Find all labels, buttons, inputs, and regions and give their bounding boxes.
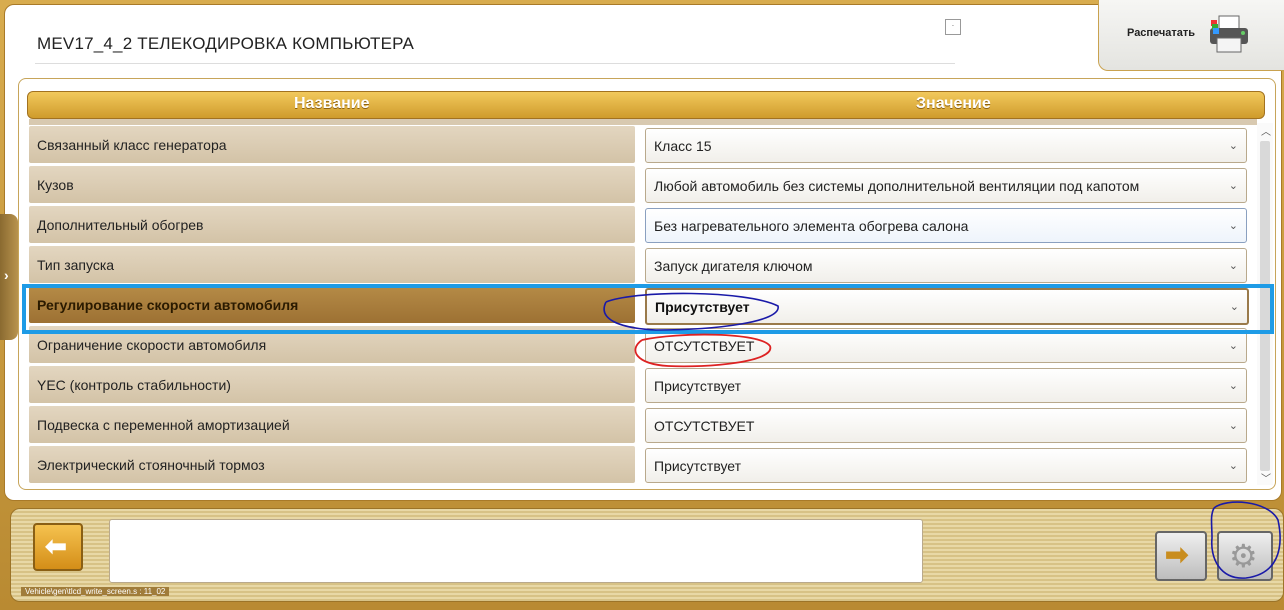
print-button[interactable]: Распечатать [1098,0,1284,71]
print-label: Распечатать [1127,27,1196,39]
select-value: ОТСУТСТВУЕТ [654,338,755,354]
row-label-cell: Ограничение скорости автомобиля [29,326,635,363]
row-label: YEC (контроль стабильности) [37,377,231,393]
table-row: Электрический стояночный тормоз Присутст… [29,446,1259,483]
chevron-down-icon: ⌄ [1228,340,1238,352]
title-divider [35,63,955,64]
table-row: Связанный класс генератора Класс 15 ⌄ [29,126,1259,163]
row-label: Дополнительный обогрев [37,217,204,233]
chevron-right-icon: › [4,267,9,283]
table-row-selected: Регулирование скорости автомобиля Присут… [29,286,1259,325]
column-header-value: Значение [916,95,991,112]
table-row: Ограничение скорости автомобиля ОТСУТСТВ… [29,326,1259,363]
select-value: Присутствует [655,299,750,315]
chevron-down-icon: ⌄ [1228,220,1238,232]
row-label-cell: Тип запуска [29,246,635,283]
chevron-down-icon: ⌄ [1228,140,1238,152]
table-row: Дополнительный обогрев Без нагревательно… [29,206,1259,243]
gear-icon: ⚙ [1229,538,1258,574]
row-label-cell: Дополнительный обогрев [29,206,635,243]
column-header-name: Название [294,95,370,112]
value-select[interactable]: Любой автомобиль без системы дополнитель… [645,168,1247,203]
value-select[interactable]: Без нагревательного элемента обогрева са… [645,208,1247,243]
select-value: Запуск дигателя ключом [654,258,813,274]
partial-row [29,119,1257,125]
table-row: YEC (контроль стабильности) Присутствует… [29,366,1259,403]
row-label-cell: Подвеска с переменной амортизацией [29,406,635,443]
value-select[interactable]: ОТСУТСТВУЕТ ⌄ [645,328,1247,363]
value-select[interactable]: Запуск дигателя ключом ⌄ [645,248,1247,283]
arrow-right-icon: ➡ [1165,539,1189,570]
vertical-scrollbar[interactable]: ︿ ﹀ [1257,123,1273,485]
table-row: Тип запуска Запуск дигателя ключом ⌄ [29,246,1259,283]
settings-table: Название Значение Связанный класс генера… [18,78,1276,490]
side-expand-tab[interactable]: › [0,214,18,340]
value-select[interactable]: Присутствует ⌄ [645,448,1247,483]
row-label-cell: Связанный класс генератора [29,126,635,163]
script-path-label: Vehicle\gen\tlcd_write_screen.s : 11_02 [21,587,170,596]
scroll-thumb[interactable] [1260,141,1270,471]
chevron-down-icon: ⌄ [1228,420,1238,432]
chevron-down-icon: ⌄ [1229,301,1239,313]
value-select[interactable]: Класс 15 ⌄ [645,128,1247,163]
table-row: Подвеска с переменной амортизацией ОТСУТ… [29,406,1259,443]
row-label-cell: Кузов [29,166,635,203]
select-value: Класс 15 [654,138,712,154]
next-button[interactable]: ➡ [1155,531,1207,581]
scroll-up-icon[interactable]: ︿ [1261,123,1271,138]
select-value: Присутствует [654,378,742,394]
chevron-down-icon: ⌄ [1228,460,1238,472]
row-label-cell: YEC (контроль стабильности) [29,366,635,403]
row-label-cell: Регулирование скорости автомобиля [29,286,635,323]
dot-icon[interactable]: · [945,19,961,35]
arrow-left-icon: ⬅ [45,531,67,561]
value-select[interactable]: ОТСУТСТВУЕТ ⌄ [645,408,1247,443]
select-value: Без нагревательного элемента обогрева са… [654,218,969,234]
row-label: Электрический стояночный тормоз [37,457,265,473]
back-button[interactable]: ⬅ [33,523,83,571]
page-title: MEV17_4_2 ТЕЛЕКОДИРОВКА КОМПЬЮТЕРА [37,34,415,53]
value-select[interactable]: Присутствует ⌄ [645,288,1249,325]
settings-button[interactable]: ⚙ [1217,531,1273,581]
row-label: Связанный класс генератора [37,137,227,153]
message-box [109,519,923,583]
row-label: Регулирование скорости автомобиля [37,297,299,313]
row-label: Тип запуска [37,257,115,273]
table-row: Кузов Любой автомобиль без системы допол… [29,166,1259,203]
row-label: Кузов [37,177,74,193]
bottom-toolbar: ⬅ Vehicle\gen\tlcd_write_screen.s : 11_0… [10,508,1284,602]
select-value: Любой автомобиль без системы дополнитель… [654,178,1140,194]
printer-icon [1210,15,1248,53]
chevron-down-icon: ⌄ [1228,380,1238,392]
row-label-cell: Электрический стояночный тормоз [29,446,635,483]
row-label: Подвеска с переменной амортизацией [37,417,290,433]
select-value: ОТСУТСТВУЕТ [654,418,755,434]
chevron-down-icon: ⌄ [1228,260,1238,272]
scroll-down-icon[interactable]: ﹀ [1261,470,1271,485]
chevron-down-icon: ⌄ [1228,180,1238,192]
select-value: Присутствует [654,458,742,474]
row-label: Ограничение скорости автомобиля [37,337,267,353]
value-select[interactable]: Присутствует ⌄ [645,368,1247,403]
table-header: Название Значение [27,91,1265,119]
